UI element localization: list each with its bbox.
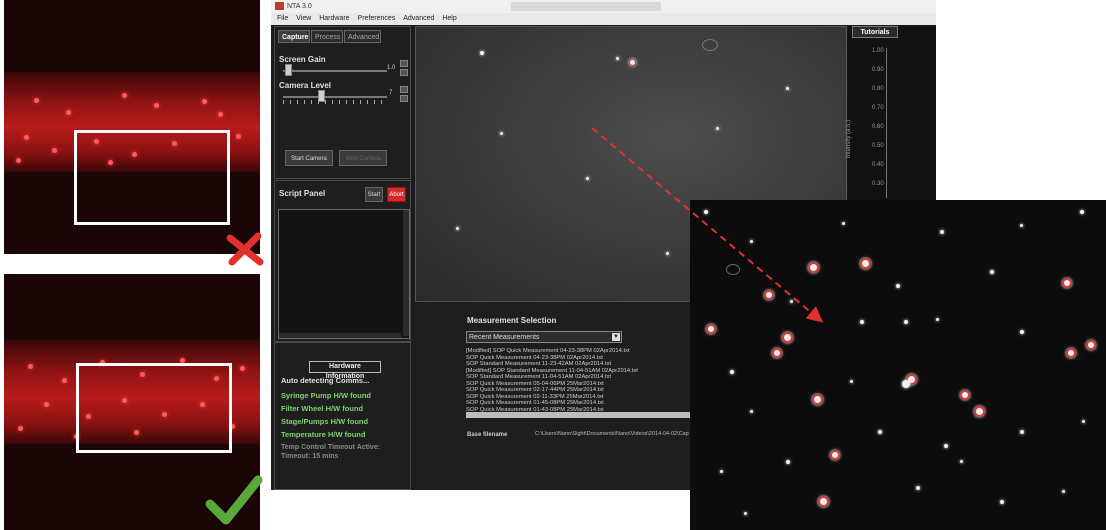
zoom-arrow [591,127,824,323]
